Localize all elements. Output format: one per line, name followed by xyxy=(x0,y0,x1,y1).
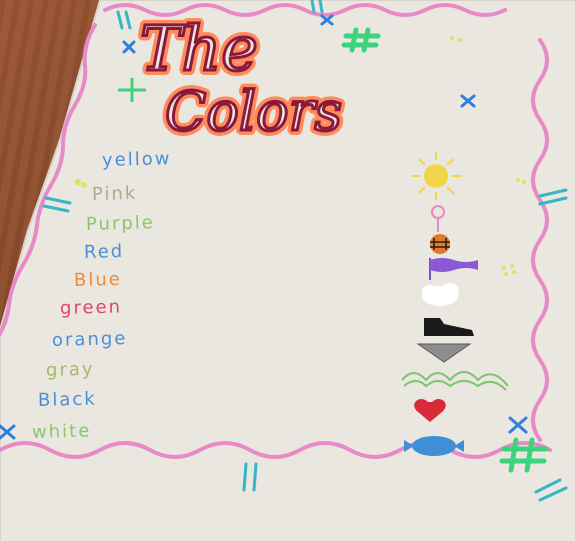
red-heart-icon xyxy=(414,399,446,422)
sun-icon xyxy=(412,152,462,200)
doodle-layer xyxy=(0,0,568,502)
purple-flag-icon xyxy=(429,258,478,280)
orange-ball-icon xyxy=(430,234,450,254)
green-hash-icon xyxy=(341,27,381,53)
green-hash-icon-bottom xyxy=(499,437,549,473)
green-star-icon xyxy=(118,78,146,102)
gray-diamond-icon xyxy=(416,343,472,363)
black-shoe-icon xyxy=(424,318,474,336)
yellow-dots-icon xyxy=(75,36,526,276)
color-poster: The The Colors Colors yellow Pink Purple Re… xyxy=(0,0,576,542)
teal-dash-icon xyxy=(42,0,568,502)
blue-candy-icon xyxy=(404,436,464,456)
pink-lollipop-icon xyxy=(431,205,445,232)
blue-x-icon xyxy=(0,14,528,440)
white-cloud-icon xyxy=(422,283,459,306)
green-grass-icon xyxy=(401,371,509,391)
